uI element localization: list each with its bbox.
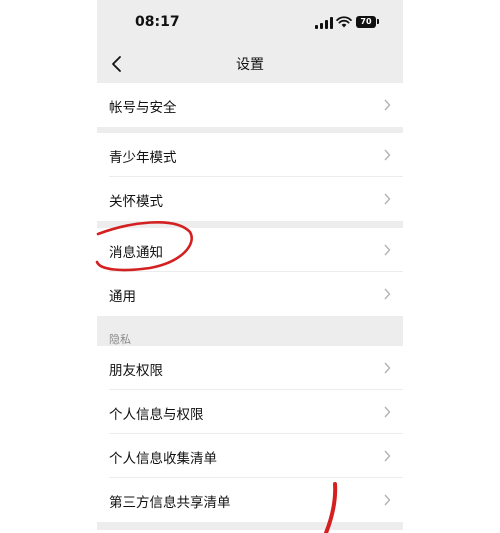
settings-item-account-security[interactable]: 帐号与安全 (97, 83, 403, 127)
chevron-right-icon (384, 362, 391, 374)
chevron-right-icon (384, 244, 391, 256)
chevron-right-icon (384, 149, 391, 161)
settings-group-account: 帐号与安全 (97, 83, 403, 127)
settings-item-label: 青少年模式 (109, 150, 177, 166)
settings-item-third-party-sharing[interactable]: 第三方信息共享清单 (97, 478, 403, 522)
settings-item-personal-info-list[interactable]: 个人信息收集清单 (97, 434, 403, 478)
battery-icon: 70 (356, 16, 376, 28)
settings-group-general: 消息通知 通用 (97, 228, 403, 316)
settings-item-teen-mode[interactable]: 青少年模式 (97, 133, 403, 177)
status-bar: 08:17 70 (97, 0, 403, 44)
settings-group-modes: 青少年模式 关怀模式 (97, 133, 403, 221)
settings-item-friend-permissions[interactable]: 朋友权限 (97, 346, 403, 390)
status-time: 08:17 (135, 14, 180, 30)
settings-item-label: 帐号与安全 (109, 100, 177, 116)
section-header-privacy: 隐私 (109, 333, 131, 346)
settings-group-privacy: 朋友权限 个人信息与权限 个人信息收集清单 第三方信息共享清单 (97, 346, 403, 522)
settings-item-personal-info-permissions[interactable]: 个人信息与权限 (97, 390, 403, 434)
page-title: 设置 (236, 57, 264, 73)
nav-bar: 设置 (97, 44, 403, 84)
settings-item-general[interactable]: 通用 (97, 272, 403, 316)
settings-item-label: 个人信息收集清单 (109, 451, 217, 467)
settings-item-label: 个人信息与权限 (109, 407, 204, 423)
settings-item-label: 消息通知 (109, 245, 163, 261)
chevron-right-icon (384, 288, 391, 300)
signal-icon (315, 17, 333, 29)
chevron-right-icon (384, 193, 391, 205)
chevron-right-icon (384, 406, 391, 418)
battery-tip (377, 19, 379, 24)
phone-screen: 08:17 70 设置 帐号与安全 青少年模式 关怀模式 消息通知 通用 隐私 … (97, 0, 403, 533)
chevron-right-icon (384, 494, 391, 506)
wifi-icon (336, 16, 352, 28)
settings-item-care-mode[interactable]: 关怀模式 (97, 177, 403, 221)
settings-item-label: 朋友权限 (109, 363, 163, 379)
settings-item-notifications[interactable]: 消息通知 (97, 228, 403, 272)
chevron-right-icon (384, 99, 391, 111)
settings-item-label: 通用 (109, 289, 136, 305)
settings-item-label: 关怀模式 (109, 194, 163, 210)
chevron-right-icon (384, 450, 391, 462)
settings-item-label: 第三方信息共享清单 (109, 495, 231, 511)
